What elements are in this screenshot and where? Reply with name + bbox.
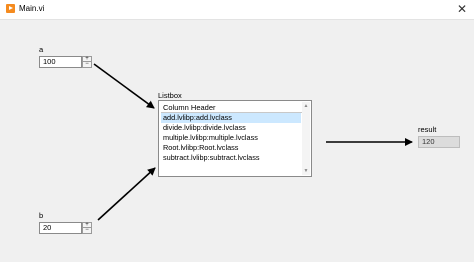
listbox-items: add.lvlibp:add.lvclass divide.lvlibp:divi… bbox=[161, 113, 301, 163]
control-b-label: b bbox=[39, 211, 44, 220]
scroll-up-icon[interactable]: ▲ bbox=[302, 102, 310, 110]
listbox-label: Listbox bbox=[158, 91, 182, 100]
control-a-decrement-button[interactable]: − bbox=[82, 61, 92, 68]
list-item[interactable]: Root.lvlibp:Root.lvclass bbox=[161, 143, 301, 153]
listbox-column-header[interactable]: Column Header bbox=[161, 103, 303, 113]
list-item[interactable]: multiple.lvlibp:multiple.lvclass bbox=[161, 133, 301, 143]
list-item[interactable]: subtract.lvlibp:subtract.lvclass bbox=[161, 153, 301, 163]
control-b-spinner: + − bbox=[82, 222, 92, 234]
control-b-numeric: 20 + − bbox=[39, 222, 92, 234]
arrow-b-to-listbox bbox=[97, 167, 156, 221]
control-b-decrement-button[interactable]: − bbox=[82, 227, 92, 234]
control-b-input[interactable]: 20 bbox=[39, 222, 82, 234]
arrow-a-to-listbox bbox=[93, 63, 155, 109]
control-a-numeric: 100 + − bbox=[39, 56, 92, 68]
control-a-label: a bbox=[39, 45, 44, 54]
listbox-scrollbar[interactable]: ▲ ▼ bbox=[302, 102, 310, 175]
list-item[interactable]: divide.lvlibp:divide.lvclass bbox=[161, 123, 301, 133]
result-indicator: 120 bbox=[418, 136, 460, 148]
control-a-input[interactable]: 100 bbox=[39, 56, 82, 68]
scroll-down-icon[interactable]: ▼ bbox=[302, 167, 310, 175]
list-item[interactable]: add.lvlibp:add.lvclass bbox=[161, 113, 301, 123]
result-label: result bbox=[418, 125, 437, 134]
control-a-spinner: + − bbox=[82, 56, 92, 68]
listbox[interactable]: Column Header add.lvlibp:add.lvclass divi… bbox=[158, 100, 312, 177]
